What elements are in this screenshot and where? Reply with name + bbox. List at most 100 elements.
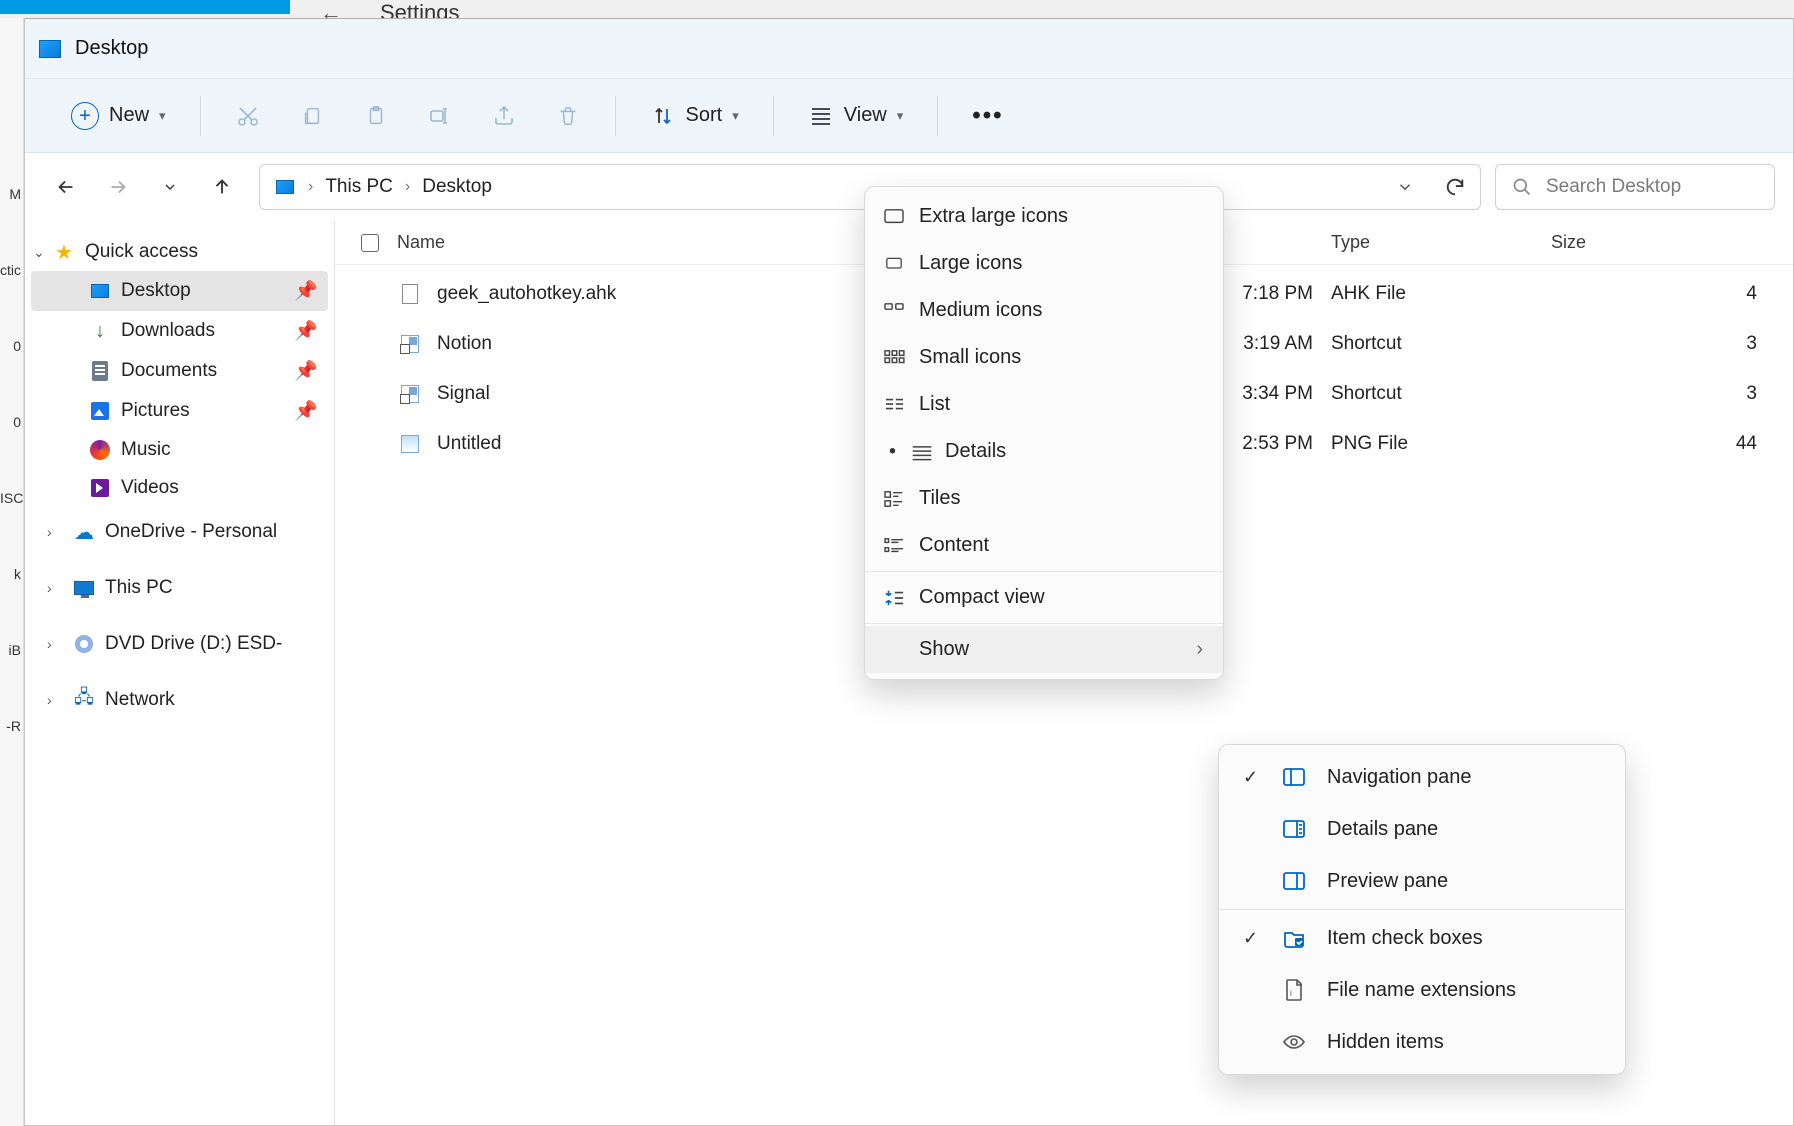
tree-network[interactable]: › 🖧 Network <box>31 681 328 719</box>
view-button[interactable]: View ▾ <box>798 95 914 137</box>
column-name[interactable]: Name <box>397 232 445 253</box>
tree-music[interactable]: Music <box>31 431 328 469</box>
search-placeholder: Search Desktop <box>1546 176 1681 198</box>
menu-label: List <box>919 393 950 416</box>
back-button[interactable] <box>53 174 79 200</box>
svg-text:i: i <box>1290 989 1292 998</box>
expand-icon[interactable]: › <box>47 636 52 652</box>
chevron-down-icon: ▾ <box>732 108 739 124</box>
bg-left-strip: M ctic 0 0 ISC k iB -R <box>0 18 24 1126</box>
ellipsis-icon: ••• <box>972 102 1003 130</box>
tree-quick-access[interactable]: ⌄ ★ Quick access <box>31 233 328 271</box>
rename-button[interactable] <box>417 95 463 137</box>
share-button[interactable] <box>481 95 527 137</box>
menu-compact-view[interactable]: Compact view <box>865 574 1223 621</box>
show-hidden-items[interactable]: Hidden items <box>1219 1016 1625 1068</box>
menu-tiles[interactable]: Tiles <box>865 475 1223 522</box>
expand-icon[interactable]: › <box>47 692 52 708</box>
expand-icon[interactable]: › <box>47 524 52 540</box>
select-all-checkbox[interactable] <box>361 234 379 252</box>
tree-label: Videos <box>121 477 179 499</box>
checkbox-folder-icon <box>1281 925 1307 951</box>
tree-label: This PC <box>105 577 173 599</box>
breadcrumb-this-pc[interactable]: This PC <box>325 176 393 198</box>
forward-button[interactable] <box>105 174 131 200</box>
tree-documents[interactable]: Documents 📌 <box>31 351 328 391</box>
shortcut-icon <box>399 383 421 405</box>
tree-onedrive[interactable]: › ☁ OneDrive - Personal <box>31 513 328 551</box>
paste-button[interactable] <box>353 95 399 137</box>
file-name-label: Notion <box>437 333 492 355</box>
show-label: Details pane <box>1327 818 1438 841</box>
file-ext-icon: i <box>1281 977 1307 1003</box>
show-details-pane[interactable]: Details pane <box>1219 803 1625 855</box>
pin-icon: 📌 <box>294 319 318 343</box>
view-label: View <box>844 104 887 127</box>
show-item-check-boxes[interactable]: ✓ Item check boxes <box>1219 912 1625 964</box>
titlebar[interactable]: Desktop <box>25 19 1793 79</box>
show-file-name-extensions[interactable]: i File name extensions <box>1219 964 1625 1016</box>
delete-button[interactable] <box>545 95 591 137</box>
tree-dvd-drive[interactable]: › DVD Drive (D:) ESD- <box>31 625 328 663</box>
show-label: Preview pane <box>1327 870 1448 893</box>
disc-icon <box>73 633 95 655</box>
tree-label: Desktop <box>121 280 191 302</box>
tree-videos[interactable]: Videos <box>31 469 328 507</box>
pin-icon: 📌 <box>294 359 318 383</box>
file-name-label: geek_autohotkey.ahk <box>437 283 616 305</box>
refresh-button[interactable] <box>1444 176 1466 198</box>
tree-label: OneDrive - Personal <box>105 521 277 543</box>
network-icon: 🖧 <box>73 689 95 711</box>
column-size[interactable]: Size <box>1551 232 1767 253</box>
cloud-icon: ☁ <box>73 521 95 543</box>
chevron-down-icon: ▾ <box>897 108 904 124</box>
expand-icon[interactable]: ⌄ <box>33 244 45 261</box>
tree-desktop[interactable]: Desktop 📌 <box>31 271 328 311</box>
search-box[interactable]: Search Desktop <box>1495 164 1775 210</box>
show-preview-pane[interactable]: Preview pane <box>1219 855 1625 907</box>
file-size: 3 <box>1551 383 1767 405</box>
copy-icon <box>299 103 325 129</box>
menu-label: Show <box>919 638 969 661</box>
new-button[interactable]: + New ▾ <box>61 94 176 138</box>
separator <box>773 96 774 136</box>
chevron-down-icon: ▾ <box>159 108 166 124</box>
column-type[interactable]: Type <box>1331 232 1551 253</box>
menu-details[interactable]: • Details <box>865 428 1223 475</box>
window-title: Desktop <box>75 37 148 60</box>
recent-locations-button[interactable] <box>157 174 183 200</box>
sort-label: Sort <box>686 104 723 127</box>
tree-downloads[interactable]: ↓ Downloads 📌 <box>31 311 328 351</box>
menu-label: Tiles <box>919 487 960 510</box>
show-navigation-pane[interactable]: ✓ Navigation pane <box>1219 751 1625 803</box>
menu-show[interactable]: Show › <box>865 626 1223 673</box>
new-label: New <box>109 104 149 127</box>
file-size: 3 <box>1551 333 1767 355</box>
menu-medium-icons[interactable]: Medium icons <box>865 287 1223 334</box>
tree-label: Pictures <box>121 400 190 422</box>
copy-button[interactable] <box>289 95 335 137</box>
expand-icon[interactable]: › <box>47 580 52 596</box>
menu-large-icons[interactable]: Large icons <box>865 240 1223 287</box>
menu-extra-large-icons[interactable]: Extra large icons <box>865 193 1223 240</box>
sort-button[interactable]: Sort ▾ <box>640 95 749 137</box>
menu-list[interactable]: List <box>865 381 1223 428</box>
tree-pictures[interactable]: Pictures 📌 <box>31 391 328 431</box>
breadcrumb-desktop[interactable]: Desktop <box>422 176 492 198</box>
separator <box>200 96 201 136</box>
tree-label: Music <box>121 439 171 461</box>
menu-content[interactable]: Content <box>865 522 1223 569</box>
show-label: File name extensions <box>1327 979 1516 1002</box>
details-pane-icon <box>1281 816 1307 842</box>
chevron-right-icon: › <box>1196 638 1203 661</box>
cut-button[interactable] <box>225 95 271 137</box>
menu-small-icons[interactable]: Small icons <box>865 334 1223 381</box>
tree-this-pc[interactable]: › This PC <box>31 569 328 607</box>
address-dropdown-button[interactable] <box>1396 178 1414 196</box>
rename-icon <box>427 103 453 129</box>
up-button[interactable] <box>209 174 235 200</box>
more-options-button[interactable]: ••• <box>962 94 1013 138</box>
navigation-pane[interactable]: ⌄ ★ Quick access Desktop 📌 ↓ Downloads 📌 <box>25 221 335 1125</box>
tree-label: Downloads <box>121 320 215 342</box>
chevron-right-icon: › <box>405 178 410 196</box>
